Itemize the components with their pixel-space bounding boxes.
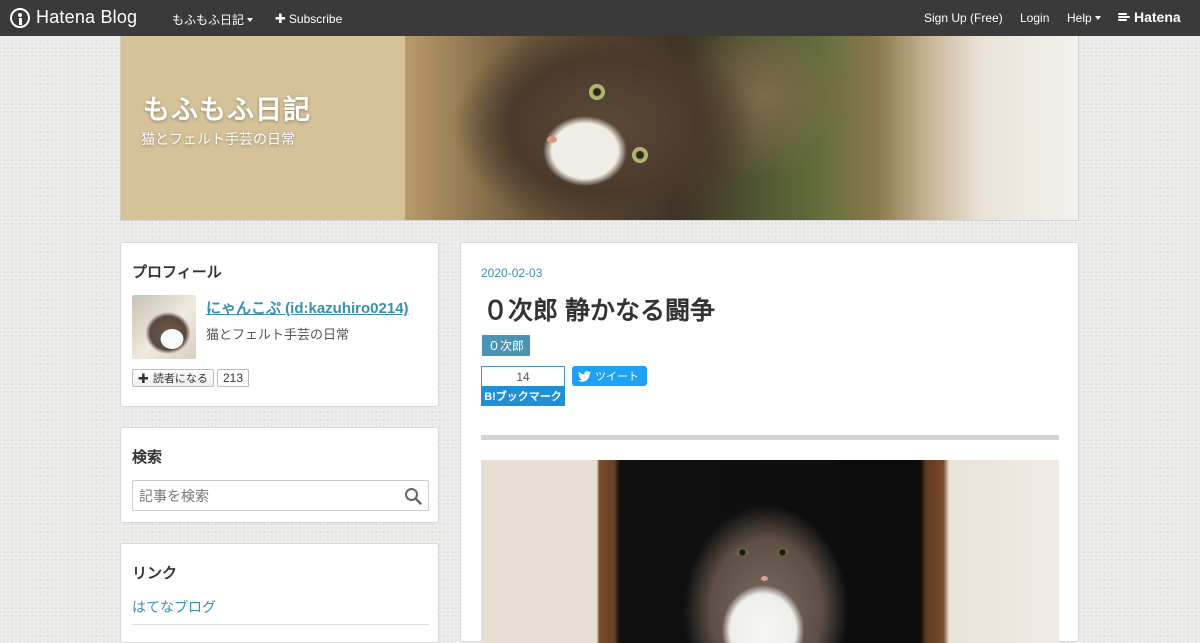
bookmark-button[interactable]: B!ブックマーク bbox=[481, 386, 565, 406]
plus-icon: ✚ bbox=[138, 370, 149, 386]
header-cat-photo bbox=[405, 36, 1078, 220]
cat-nose bbox=[547, 136, 557, 143]
link-divider bbox=[132, 624, 429, 625]
hatena-blog-brand[interactable]: Hatena Blog bbox=[10, 7, 137, 28]
blog-description: 猫とフェルト手芸の日常 bbox=[141, 131, 295, 147]
login-link[interactable]: Login bbox=[1020, 11, 1049, 25]
signup-link[interactable]: Sign Up (Free) bbox=[924, 11, 1003, 25]
reader-button-label: 読者になる bbox=[152, 373, 208, 385]
cat-eye bbox=[737, 548, 748, 557]
links-heading: リンク bbox=[132, 565, 178, 582]
search-box bbox=[132, 480, 429, 511]
reader-count-badge[interactable]: 213 bbox=[217, 369, 250, 387]
subscribe-reader-button[interactable]: ✚ 読者になる bbox=[132, 369, 214, 387]
link-hatena-blog[interactable]: はてなブログ bbox=[132, 597, 216, 617]
post-title[interactable]: ０次郎 静かなる闘争 bbox=[483, 291, 715, 327]
avatar[interactable] bbox=[132, 295, 196, 359]
subscribe-label: Subscribe bbox=[288, 12, 343, 26]
hatena-logo-text: Hatena bbox=[1134, 9, 1181, 25]
bookmark-count[interactable]: 14 bbox=[481, 366, 565, 386]
blog-menu-label: もふもふ日記 bbox=[172, 13, 245, 27]
profile-module: プロフィール にゃんこぷ (id:kazuhiro0214) 猫とフェルト手芸の… bbox=[120, 242, 439, 407]
cat-eye bbox=[589, 84, 605, 100]
caret-down-icon bbox=[247, 17, 254, 22]
search-module: 検索 bbox=[120, 427, 439, 523]
search-heading: 検索 bbox=[132, 449, 163, 466]
article-divider bbox=[481, 435, 1059, 440]
cat-eye bbox=[777, 548, 788, 557]
hatena-waves-icon bbox=[1118, 12, 1130, 22]
tweet-button[interactable]: ツイート bbox=[572, 366, 647, 386]
signup-label: Sign Up (Free) bbox=[924, 11, 1003, 25]
twitter-bird-icon bbox=[578, 370, 591, 382]
help-label: Help bbox=[1067, 11, 1092, 25]
hatena-bookmark-widget[interactable]: 14 B!ブックマーク bbox=[481, 366, 565, 406]
login-label: Login bbox=[1020, 11, 1050, 25]
profile-heading: プロフィール bbox=[132, 264, 222, 281]
tweet-label: ツイート bbox=[595, 371, 639, 383]
hatena-logo-icon bbox=[10, 7, 30, 28]
caret-down-icon bbox=[1094, 16, 1101, 20]
article-cat-photo[interactable] bbox=[481, 460, 1059, 643]
plus-icon: ✚ bbox=[275, 11, 286, 26]
blog-menu[interactable]: もふもふ日記 bbox=[172, 11, 254, 28]
profile-description: 猫とフェルト手芸の日常 bbox=[206, 327, 350, 342]
blog-title[interactable]: もふもふ日記 bbox=[143, 88, 311, 127]
links-module: リンク はてなブログ bbox=[120, 543, 439, 643]
profile-name-link[interactable]: にゃんこぷ (id:kazuhiro0214) bbox=[206, 297, 409, 318]
brand-name: Hatena Blog bbox=[36, 7, 138, 27]
article-entry: 2020-02-03 ０次郎 静かなる闘争 ０次郎 14 B!ブックマーク ツイ… bbox=[460, 242, 1079, 643]
category-tag[interactable]: ０次郎 bbox=[482, 335, 531, 356]
blog-header: もふもふ日記 猫とフェルト手芸の日常 bbox=[120, 36, 1079, 221]
search-icon[interactable] bbox=[404, 487, 422, 505]
cat-nose bbox=[761, 576, 768, 581]
subscribe-button[interactable]: ✚ Subscribe bbox=[275, 11, 342, 27]
global-header: Hatena Blog もふもふ日記 ✚ Subscribe Sign Up (… bbox=[0, 0, 1200, 36]
search-input[interactable] bbox=[139, 487, 389, 505]
cat-eye bbox=[632, 147, 648, 163]
hatena-home-link[interactable]: Hatena bbox=[1118, 9, 1181, 25]
help-menu[interactable]: Help bbox=[1067, 11, 1101, 25]
post-date[interactable]: 2020-02-03 bbox=[481, 266, 542, 280]
